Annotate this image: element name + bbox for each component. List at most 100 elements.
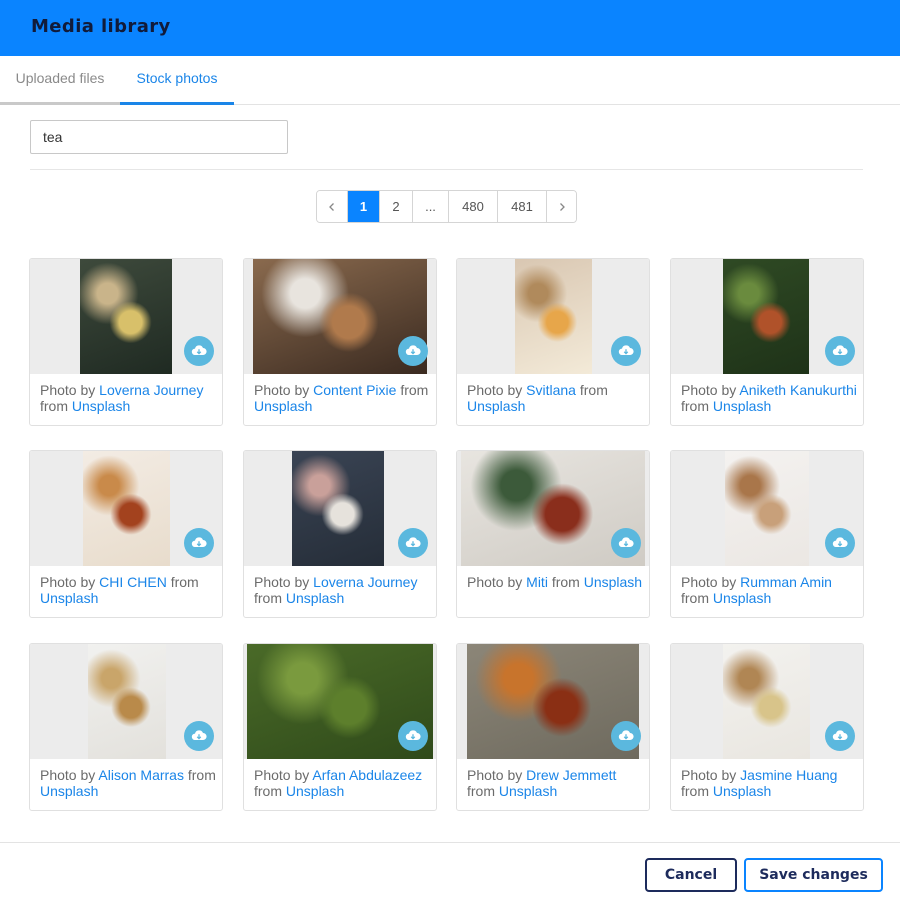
photo-thumbnail[interactable] — [30, 259, 222, 374]
author-link[interactable]: Jasmine Huang — [740, 767, 837, 783]
cloud-download-icon — [405, 537, 421, 547]
author-link[interactable]: Aniketh Kanukurthi — [739, 382, 857, 398]
photo-thumbnail[interactable] — [457, 259, 649, 374]
source-link[interactable]: Unsplash — [584, 574, 642, 590]
credit-middle: from — [681, 398, 713, 414]
cloud-download-icon — [832, 730, 848, 740]
pagination-page[interactable]: 481 — [498, 191, 547, 222]
source-link[interactable]: Unsplash — [499, 783, 557, 799]
photo-card[interactable]: Photo by Drew Jemmett from Unsplash — [456, 643, 650, 811]
source-link[interactable]: Unsplash — [713, 783, 771, 799]
photo-image — [83, 451, 170, 566]
author-link[interactable]: Miti — [526, 574, 548, 590]
credit-prefix: Photo by — [254, 767, 313, 783]
source-link[interactable]: Unsplash — [467, 398, 525, 414]
source-link[interactable]: Unsplash — [713, 590, 771, 606]
author-link[interactable]: Arfan Abdulazeez — [312, 767, 422, 783]
photo-thumbnail[interactable] — [244, 451, 436, 566]
source-link[interactable]: Unsplash — [40, 590, 98, 606]
photo-thumbnail[interactable] — [671, 451, 863, 566]
download-button[interactable] — [611, 336, 641, 366]
download-button[interactable] — [184, 528, 214, 558]
photo-card[interactable]: Photo by Svitlana from Unsplash — [456, 258, 650, 426]
download-button[interactable] — [184, 721, 214, 751]
search-input[interactable] — [30, 120, 288, 154]
photo-thumbnail[interactable] — [244, 644, 436, 759]
pagination: 1 2 ... 480 481 — [316, 190, 577, 223]
download-button[interactable] — [825, 721, 855, 751]
photo-card[interactable]: Photo by Arfan Abdulazeez from Unsplash — [243, 643, 437, 811]
chevron-right-icon — [559, 203, 565, 211]
photo-card[interactable]: Photo by Jasmine Huang from Unsplash — [670, 643, 864, 811]
download-button[interactable] — [398, 528, 428, 558]
download-button[interactable] — [184, 336, 214, 366]
credit-prefix: Photo by — [681, 574, 741, 590]
pagination-prev-button[interactable] — [317, 191, 348, 222]
credit-middle: from — [467, 783, 499, 799]
download-button[interactable] — [611, 528, 641, 558]
footer-divider — [0, 842, 900, 843]
photo-thumbnail[interactable] — [671, 259, 863, 374]
cloud-download-icon — [618, 730, 634, 740]
download-button[interactable] — [825, 528, 855, 558]
photo-card[interactable]: Photo by Content Pixie from Unsplash — [243, 258, 437, 426]
modal-header: Media library — [0, 0, 900, 56]
credit-middle: from — [40, 398, 72, 414]
photo-thumbnail[interactable] — [244, 259, 436, 374]
download-button[interactable] — [611, 721, 641, 751]
photo-thumbnail[interactable] — [30, 644, 222, 759]
download-button[interactable] — [398, 721, 428, 751]
pagination-page[interactable]: 2 — [380, 191, 413, 222]
author-link[interactable]: Content Pixie — [313, 382, 396, 398]
pagination-page[interactable]: 480 — [449, 191, 498, 222]
pagination-next-button[interactable] — [547, 191, 576, 222]
download-button[interactable] — [825, 336, 855, 366]
photo-credit: Photo by Loverna Journey from Unsplash — [40, 382, 218, 414]
author-link[interactable]: Drew Jemmett — [526, 767, 616, 783]
photo-card[interactable]: Photo by Loverna Journey from Unsplash — [243, 450, 437, 618]
pagination-ellipsis: ... — [413, 191, 449, 222]
photo-image — [723, 259, 809, 374]
photo-card[interactable]: Photo by Alison Marras from Unsplash — [29, 643, 223, 811]
author-link[interactable]: Svitlana — [526, 382, 576, 398]
photo-credit: Photo by Aniketh Kanukurthi from Unsplas… — [681, 382, 859, 414]
photo-image — [292, 451, 384, 566]
photo-card[interactable]: Photo by Loverna Journey from Unsplash — [29, 258, 223, 426]
photo-thumbnail[interactable] — [457, 451, 649, 566]
photo-card[interactable]: Photo by Miti from Unsplash — [456, 450, 650, 618]
source-link[interactable]: Unsplash — [254, 398, 312, 414]
photo-card[interactable]: Photo by CHI CHEN from Unsplash — [29, 450, 223, 618]
save-changes-button[interactable]: Save changes — [744, 858, 883, 892]
source-link[interactable]: Unsplash — [713, 398, 771, 414]
tab-stock-photos[interactable]: Stock photos — [120, 56, 234, 105]
cloud-download-icon — [832, 345, 848, 355]
credit-prefix: Photo by — [467, 574, 527, 590]
author-link[interactable]: Loverna Journey — [99, 382, 203, 398]
photo-thumbnail[interactable] — [671, 644, 863, 759]
photo-credit: Photo by Loverna Journey from Unsplash — [254, 574, 432, 606]
credit-prefix: Photo by — [40, 382, 100, 398]
author-link[interactable]: CHI CHEN — [99, 574, 167, 590]
author-link[interactable]: Rumman Amin — [740, 574, 832, 590]
photo-thumbnail[interactable] — [30, 451, 222, 566]
source-link[interactable]: Unsplash — [72, 398, 130, 414]
credit-prefix: Photo by — [40, 574, 100, 590]
tab-uploaded-files[interactable]: Uploaded files — [0, 56, 120, 105]
author-link[interactable]: Loverna Journey — [313, 574, 417, 590]
cancel-button[interactable]: Cancel — [645, 858, 737, 892]
modal-title: Media library — [31, 16, 171, 37]
credit-middle: from — [681, 783, 713, 799]
download-button[interactable] — [398, 336, 428, 366]
source-link[interactable]: Unsplash — [286, 590, 344, 606]
pagination-page[interactable]: 1 — [348, 191, 380, 222]
source-link[interactable]: Unsplash — [286, 783, 344, 799]
cloud-download-icon — [618, 345, 634, 355]
credit-prefix: Photo by — [681, 382, 740, 398]
credit-prefix: Photo by — [467, 767, 527, 783]
author-link[interactable]: Alison Marras — [98, 767, 184, 783]
photo-card[interactable]: Photo by Rumman Amin from Unsplash — [670, 450, 864, 618]
source-link[interactable]: Unsplash — [40, 783, 98, 799]
chevron-left-icon — [329, 203, 334, 211]
photo-thumbnail[interactable] — [457, 644, 649, 759]
photo-card[interactable]: Photo by Aniketh Kanukurthi from Unsplas… — [670, 258, 864, 426]
